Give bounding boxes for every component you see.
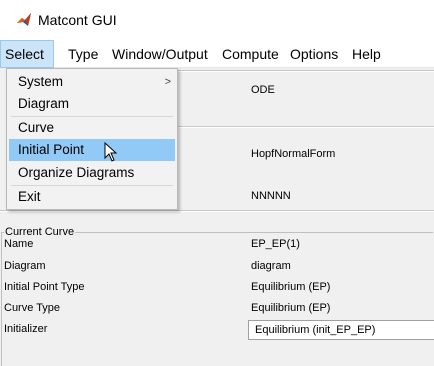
system-name-value: HopfNormalForm xyxy=(251,148,336,160)
diagram-value: diagram xyxy=(251,260,291,272)
panel-separator-highlight xyxy=(0,211,434,212)
initial-point-type-label: Initial Point Type xyxy=(4,281,85,293)
system-type-value: ODE xyxy=(251,84,275,96)
window-title: Matcont GUI xyxy=(38,12,117,28)
menu-item-initial-point[interactable]: Initial Point xyxy=(9,139,175,161)
menu-item-organize-diagrams[interactable]: Organize Diagrams xyxy=(9,162,175,184)
curve-type-label: Curve Type xyxy=(4,302,61,314)
initializer-select[interactable]: Equilibrium (init_EP_EP) xyxy=(248,320,434,340)
panel-separator-highlight xyxy=(170,127,434,128)
curve-type-value: Equilibrium (EP) xyxy=(251,302,331,314)
curve-name-label: Name xyxy=(4,238,34,250)
curve-name-value: EP_EP(1) xyxy=(251,238,300,250)
menu-compute[interactable]: Compute xyxy=(218,40,283,68)
coordinates-value: NNNNN xyxy=(251,190,291,202)
chevron-right-icon: > xyxy=(164,76,171,88)
menu-item-diagram[interactable]: Diagram xyxy=(9,93,175,115)
title-bar: Matcont GUI xyxy=(0,0,434,40)
menu-type[interactable]: Type xyxy=(64,40,102,68)
menu-select[interactable]: Select xyxy=(0,40,54,68)
menu-item-system[interactable]: System > xyxy=(9,71,175,93)
mouse-cursor-icon xyxy=(104,142,118,162)
menu-item-curve[interactable]: Curve xyxy=(9,117,175,139)
select-dropdown-menu: System > Diagram Curve Initial Point Org… xyxy=(6,68,178,210)
initializer-label: Initializer xyxy=(4,323,48,335)
menu-options[interactable]: Options xyxy=(286,40,342,68)
matlab-icon xyxy=(17,13,31,26)
current-curve-title: Current Curve xyxy=(4,226,76,238)
system-panel xyxy=(170,68,434,208)
initial-point-type-value: Equilibrium (EP) xyxy=(251,281,331,293)
diagram-label: Diagram xyxy=(4,260,46,272)
menu-window-output[interactable]: Window/Output xyxy=(108,40,212,68)
menu-bar: Select Type Window/Output Compute Option… xyxy=(0,40,434,68)
menu-help[interactable]: Help xyxy=(348,40,385,68)
panel-separator-highlight xyxy=(170,71,434,72)
menu-item-system-label: System xyxy=(18,74,64,89)
menu-item-exit[interactable]: Exit xyxy=(9,186,175,208)
current-curve-group xyxy=(1,232,433,366)
